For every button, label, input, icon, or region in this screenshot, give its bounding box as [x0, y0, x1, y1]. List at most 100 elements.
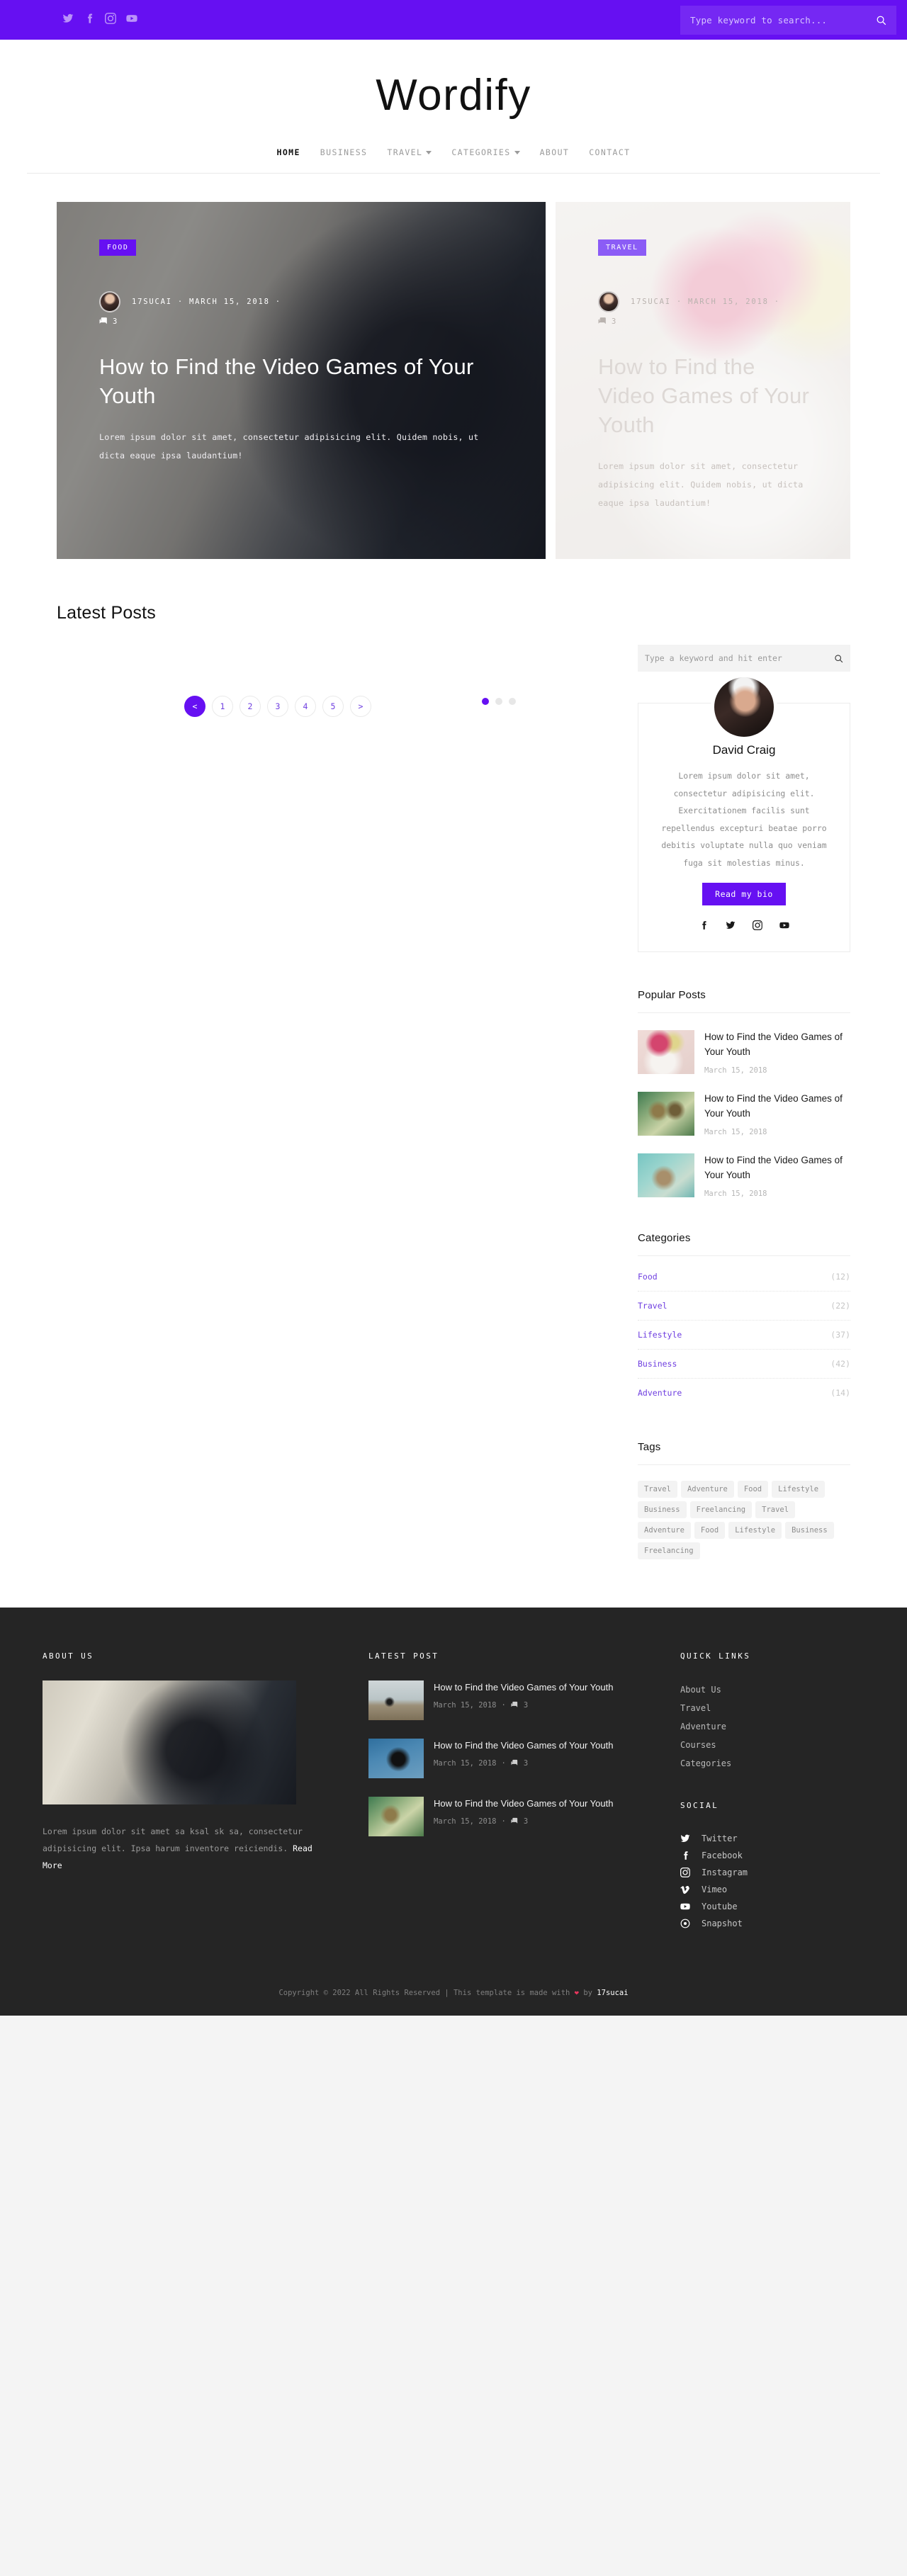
tag-item[interactable]: Food	[737, 1481, 769, 1498]
list-item[interactable]: Travel (22)	[638, 1292, 850, 1321]
category-name[interactable]: Lifestyle	[638, 1330, 682, 1340]
post-title[interactable]: How to Find the Video Games of Your Yout…	[434, 1680, 613, 1695]
footer-link-courses[interactable]: Courses	[680, 1736, 864, 1754]
topbar-search-input[interactable]	[690, 15, 876, 26]
list-item[interactable]: Adventure (14)	[638, 1379, 850, 1407]
footer-social-twitter[interactable]: Twitter	[680, 1830, 864, 1847]
footer-social-facebook[interactable]: Facebook	[680, 1847, 864, 1864]
post-title[interactable]: How to Find the Video Games of Your Yout…	[434, 1797, 613, 1811]
list-item[interactable]: Food (12)	[638, 1256, 850, 1292]
topbar-search[interactable]	[680, 6, 896, 35]
post-title[interactable]: How to Find the Video Games of Your Yout…	[704, 1153, 850, 1182]
chevron-down-icon	[426, 150, 432, 154]
pagination-page-4[interactable]: 4	[295, 696, 316, 717]
tag-item[interactable]: Adventure	[638, 1522, 691, 1540]
tag-item[interactable]: Travel	[755, 1501, 796, 1519]
pagination-prev[interactable]: <	[184, 696, 205, 717]
carousel-dot-1[interactable]	[482, 698, 489, 705]
category-name[interactable]: Adventure	[638, 1388, 682, 1398]
hero-slide-1-title[interactable]: How to Find the Video Games of Your Yout…	[99, 353, 507, 411]
tag-item[interactable]: Freelancing	[638, 1542, 700, 1560]
hero-carousel: FOOD 17SUCAI · MARCH 15, 2018 · 3 How to…	[57, 202, 850, 705]
nav-item-about[interactable]: ABOUT	[540, 147, 570, 157]
pagination-page-3[interactable]: 3	[267, 696, 288, 717]
author-name[interactable]: 17SUCAI	[132, 298, 172, 306]
tag-item[interactable]: Lifestyle	[728, 1522, 782, 1540]
pagination-page-1[interactable]: 1	[212, 696, 233, 717]
list-item[interactable]: How to Find the Video Games of Your Yout…	[638, 1030, 850, 1075]
footer-link-categories[interactable]: Categories	[680, 1754, 864, 1773]
tag-item[interactable]: Travel	[638, 1481, 677, 1498]
list-item[interactable]: Business (42)	[638, 1350, 850, 1379]
comment-icon	[511, 1760, 518, 1766]
list-item[interactable]: How to Find the Video Games of Your Yout…	[368, 1739, 652, 1779]
author-youtube-link[interactable]	[779, 920, 789, 933]
topbar-instagram-link[interactable]	[105, 13, 116, 27]
pagination-next[interactable]: >	[350, 696, 371, 717]
category-count: (42)	[830, 1359, 850, 1369]
tag-item[interactable]: Business	[785, 1522, 834, 1540]
tag-item[interactable]: Adventure	[680, 1481, 734, 1498]
pagination-page-5[interactable]: 5	[322, 696, 344, 717]
tag-item[interactable]: Lifestyle	[772, 1481, 826, 1498]
pagination-page-2[interactable]: 2	[240, 696, 261, 717]
footer-about-text: Lorem ipsum dolor sit amet sa ksal sk sa…	[43, 1823, 326, 1874]
search-icon[interactable]	[834, 654, 843, 663]
nav-item-contact[interactable]: CONTACT	[589, 147, 630, 157]
footer-social-vimeo[interactable]: Vimeo	[680, 1881, 864, 1898]
post-date: March 15, 2018	[434, 1817, 497, 1826]
post-title[interactable]: How to Find the Video Games of Your Yout…	[704, 1092, 850, 1121]
category-badge[interactable]: FOOD	[99, 239, 137, 256]
carousel-dot-2[interactable]	[495, 698, 502, 705]
tag-item[interactable]: Freelancing	[689, 1501, 753, 1519]
meta-separator: ·	[501, 1758, 506, 1768]
tag-item[interactable]: Business	[638, 1501, 687, 1519]
hero-slide-2[interactable]: TRAVEL 17SUCAI · MARCH 15, 2018 · 3 How …	[556, 202, 850, 559]
author-social-links	[657, 920, 831, 933]
list-item[interactable]: How to Find the Video Games of Your Yout…	[638, 1153, 850, 1198]
nav-item-home[interactable]: HOME	[277, 147, 300, 157]
carousel-dot-3[interactable]	[509, 698, 516, 705]
category-count: (37)	[830, 1330, 850, 1340]
post-title[interactable]: How to Find the Video Games of Your Yout…	[704, 1030, 850, 1059]
search-icon[interactable]	[876, 15, 886, 26]
category-name[interactable]: Food	[638, 1272, 658, 1282]
list-item[interactable]: How to Find the Video Games of Your Yout…	[638, 1092, 850, 1136]
hero-slide-2-title[interactable]: How to Find the Video Games of Your Yout…	[598, 353, 812, 440]
nav-item-travel[interactable]: TRAVEL	[387, 147, 432, 157]
author-facebook-link[interactable]	[699, 920, 709, 933]
post-meta: March 15, 2018 · 3	[434, 1701, 613, 1710]
author-twitter-link[interactable]	[726, 920, 736, 933]
category-name[interactable]: Travel	[638, 1301, 667, 1311]
category-name[interactable]: Business	[638, 1359, 677, 1369]
list-item[interactable]: How to Find the Video Games of Your Yout…	[368, 1797, 652, 1837]
author-name[interactable]: 17SUCAI	[631, 298, 671, 306]
read-my-bio-button[interactable]: Read my bio	[702, 883, 786, 906]
facebook-icon	[88, 13, 93, 23]
comment-count-value: 3	[612, 317, 618, 326]
list-item[interactable]: How to Find the Video Games of Your Yout…	[368, 1680, 652, 1721]
footer-links-column: QUICK LINKS About Us Travel Adventure Co…	[652, 1651, 864, 1932]
footer-link-travel[interactable]: Travel	[680, 1699, 864, 1717]
author-instagram-link[interactable]	[753, 920, 762, 933]
post-title[interactable]: How to Find the Video Games of Your Yout…	[434, 1739, 613, 1753]
copyright-author-link[interactable]: 17sucai	[597, 1989, 628, 1997]
sidebar-search-input[interactable]	[645, 653, 834, 663]
footer-social-snapshot[interactable]: Snapshot	[680, 1915, 864, 1932]
topbar-twitter-link[interactable]	[62, 13, 74, 27]
hero-slide-1[interactable]: FOOD 17SUCAI · MARCH 15, 2018 · 3 How to…	[57, 202, 546, 559]
topbar-facebook-link[interactable]	[84, 13, 95, 27]
footer-social-youtube[interactable]: Youtube	[680, 1898, 864, 1915]
post-thumbnail	[638, 1153, 694, 1198]
list-item[interactable]: Lifestyle (37)	[638, 1321, 850, 1350]
sidebar-search[interactable]	[638, 645, 850, 672]
footer-latest-column: LATEST POST How to Find the Video Games …	[368, 1651, 652, 1932]
category-badge[interactable]: TRAVEL	[598, 239, 646, 256]
tag-item[interactable]: Food	[694, 1522, 726, 1540]
nav-item-categories[interactable]: CATEGORIES	[451, 147, 520, 157]
footer-link-adventure[interactable]: Adventure	[680, 1717, 864, 1736]
footer-social-instagram[interactable]: Instagram	[680, 1864, 864, 1881]
nav-item-business[interactable]: BUSINESS	[320, 147, 368, 157]
topbar-youtube-link[interactable]	[126, 13, 137, 27]
footer-link-about-us[interactable]: About Us	[680, 1680, 864, 1699]
